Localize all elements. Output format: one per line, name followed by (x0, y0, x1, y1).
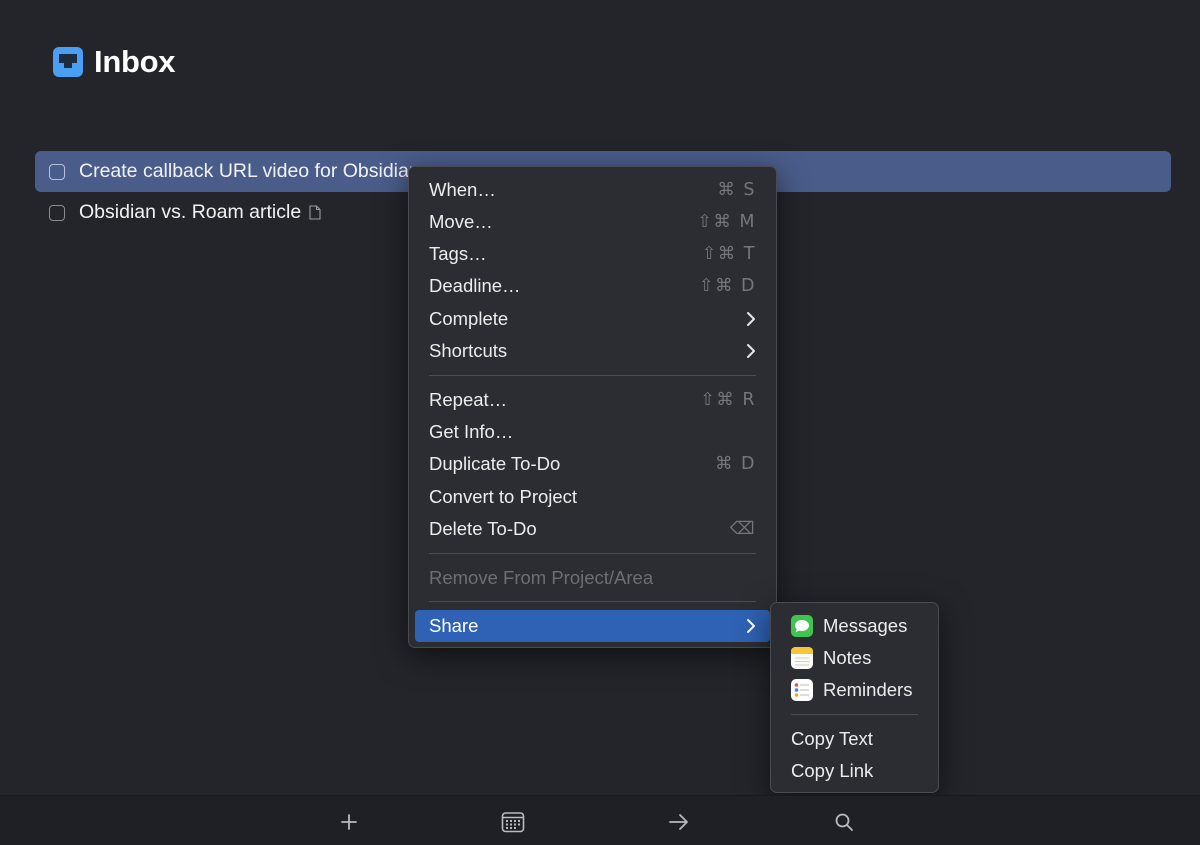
share-item-label: Notes (823, 647, 872, 668)
menu-shortcut: ⇧⌘ D (698, 276, 756, 296)
menu-shortcut: ⌘ D (714, 454, 756, 474)
menu-item-get-info[interactable]: Get Info… (415, 416, 770, 448)
menu-separator (429, 553, 756, 554)
note-icon (309, 205, 321, 220)
menu-item-when[interactable]: When… ⌘ S (415, 174, 770, 206)
share-item-copy-link[interactable]: Copy Link (777, 755, 932, 787)
share-item-label: Copy Text (791, 728, 873, 749)
move-button[interactable] (667, 810, 691, 834)
new-todo-button[interactable] (337, 810, 361, 834)
share-item-label: Copy Link (791, 760, 874, 781)
when-button[interactable] (501, 810, 525, 834)
menu-item-label: Duplicate To-Do (429, 453, 561, 474)
reminders-app-icon (791, 679, 813, 701)
menu-item-label: Move… (429, 211, 493, 232)
menu-item-label: Repeat… (429, 389, 508, 410)
menu-item-label: Delete To-Do (429, 518, 537, 539)
page-header: Inbox (52, 44, 175, 80)
menu-item-label: Complete (429, 308, 509, 329)
menu-item-label: Get Info… (429, 421, 514, 442)
menu-item-label: Convert to Project (429, 486, 578, 507)
arrow-right-icon (669, 814, 688, 830)
menu-item-label: Shortcuts (429, 340, 508, 361)
menu-separator (429, 601, 756, 602)
menu-item-label: Share (429, 615, 479, 636)
share-item-reminders[interactable]: Reminders (777, 674, 932, 706)
chevron-right-icon (747, 344, 755, 358)
menu-item-label: Deadline… (429, 275, 521, 296)
task-title: Create callback URL video for Obsidian (79, 160, 420, 182)
bottom-toolbar (0, 795, 1200, 845)
task-title: Obsidian vs. Roam article (79, 201, 302, 223)
menu-item-label: Tags… (429, 243, 487, 264)
menu-shortcut: ⇧⌘ T (701, 244, 756, 264)
menu-item-repeat[interactable]: Repeat… ⇧⌘ R (415, 384, 770, 416)
menu-item-deadline[interactable]: Deadline… ⇧⌘ D (415, 270, 770, 302)
messages-app-icon (791, 615, 813, 637)
task-checkbox[interactable] (49, 163, 65, 180)
menu-item-complete[interactable]: Complete (415, 303, 770, 335)
menu-shortcut: ⇧⌘ R (700, 390, 756, 410)
delete-key-icon: ⌫ (729, 519, 756, 539)
share-item-label: Reminders (823, 679, 913, 700)
chevron-right-icon (747, 312, 755, 326)
menu-item-duplicate[interactable]: Duplicate To-Do ⌘ D (415, 448, 770, 480)
menu-separator (429, 375, 756, 376)
menu-item-move[interactable]: Move… ⇧⌘ M (415, 206, 770, 238)
page-title: Inbox (94, 44, 176, 79)
share-item-notes[interactable]: Notes (777, 642, 932, 674)
share-item-label: Messages (823, 615, 908, 636)
menu-item-remove-from-project: Remove From Project/Area (415, 562, 770, 594)
menu-shortcut: ⇧⌘ M (697, 212, 756, 232)
menu-shortcut: ⌘ S (717, 180, 756, 200)
chevron-right-icon (747, 619, 755, 633)
menu-item-label: When… (429, 179, 496, 200)
menu-item-shortcuts[interactable]: Shortcuts (415, 335, 770, 367)
menu-item-label: Remove From Project/Area (429, 567, 654, 588)
plus-icon (341, 814, 357, 830)
task-checkbox[interactable] (49, 204, 65, 221)
menu-item-delete[interactable]: Delete To-Do ⌫ (415, 513, 770, 545)
share-submenu: Messages Notes Reminders Copy Text Copy … (770, 602, 939, 793)
inbox-tray-icon (53, 47, 83, 77)
calendar-icon (501, 812, 525, 833)
notes-app-icon (791, 647, 813, 669)
share-item-copy-text[interactable]: Copy Text (777, 723, 932, 755)
menu-item-convert-to-project[interactable]: Convert to Project (415, 481, 770, 513)
share-item-messages[interactable]: Messages (777, 610, 932, 642)
menu-item-share[interactable]: Share (415, 610, 770, 642)
submenu-separator (791, 714, 918, 715)
context-menu: When… ⌘ S Move… ⇧⌘ M Tags… ⇧⌘ T Deadline… (408, 166, 777, 648)
menu-item-tags[interactable]: Tags… ⇧⌘ T (415, 238, 770, 270)
search-button[interactable] (832, 810, 856, 834)
search-icon (835, 813, 853, 831)
